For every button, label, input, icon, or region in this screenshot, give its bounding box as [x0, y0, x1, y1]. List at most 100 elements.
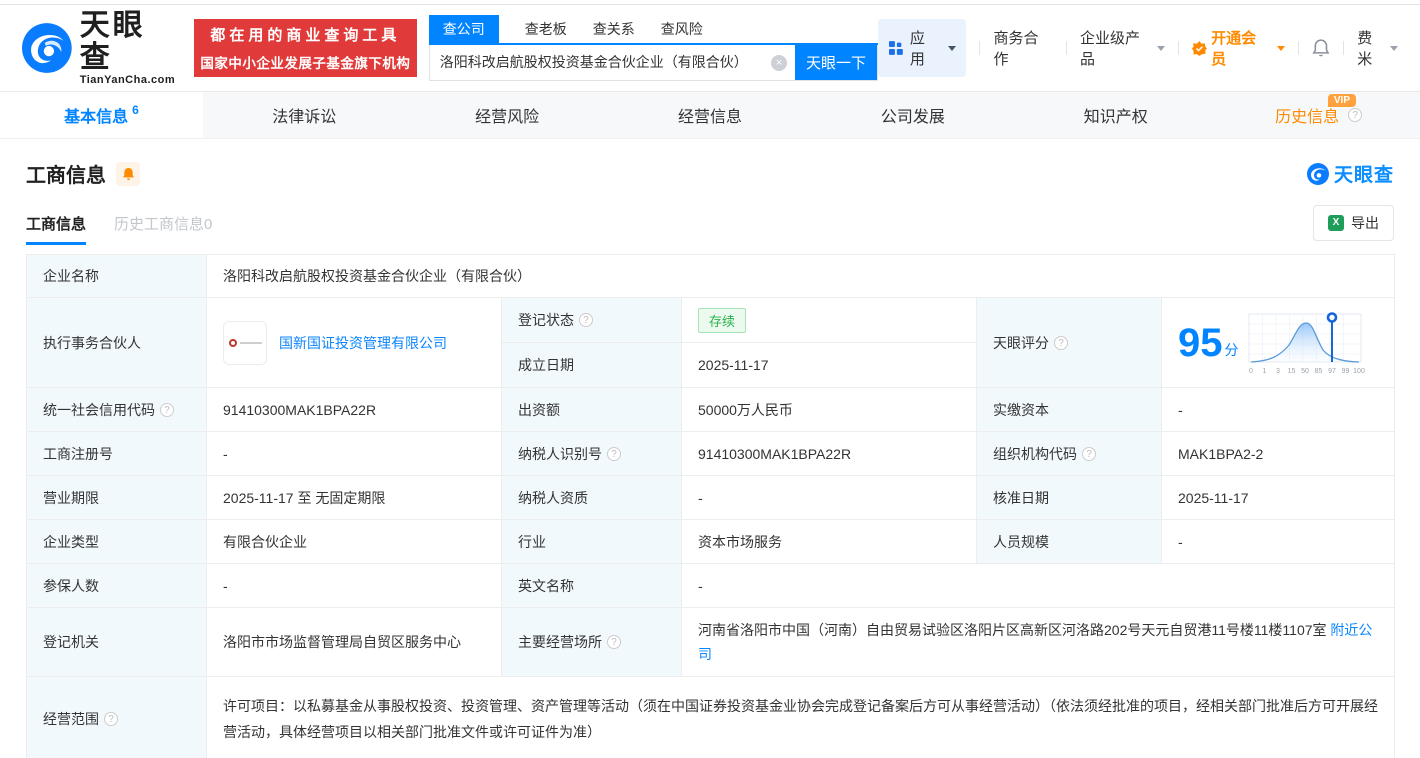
tab-label: 法律诉讼: [272, 109, 337, 126]
business-scope-value: 许可项目：以私募基金从事股权投资、投资管理、资产管理等活动（须在中国证券投资基金…: [205, 676, 1396, 758]
company-type-label: 企业类型: [26, 519, 207, 564]
help-icon[interactable]: [607, 446, 621, 461]
search-tab-risk[interactable]: 查风险: [661, 15, 703, 43]
help-icon[interactable]: [160, 402, 174, 417]
credit-code-value: 91410300MAK1BPA22R: [206, 387, 502, 432]
apps-menu[interactable]: 应用: [878, 19, 967, 77]
promo-banner: 都在用的商业查询工具 国家中小企业发展子基金旗下机构: [194, 19, 417, 77]
open-membership-button[interactable]: 开通会员: [1192, 27, 1286, 69]
search-button[interactable]: 天眼一下: [795, 45, 878, 80]
tianyancha-watermark: 天眼查: [1306, 160, 1394, 187]
partner-label: 执行事务合伙人: [26, 297, 207, 388]
logo-brand-text: 天眼查: [79, 9, 146, 74]
chevron-down-icon: [1157, 45, 1166, 51]
reg-number-value: -: [206, 431, 502, 476]
registry-value: 洛阳市市场监督管理局自贸区服务中心: [206, 607, 502, 677]
tab-intellectual-property[interactable]: 知识产权: [1014, 92, 1217, 138]
help-icon[interactable]: [579, 313, 593, 327]
score-axis-tick: 15: [1287, 368, 1295, 375]
nav-divider: [1065, 41, 1067, 55]
tianyancha-eye-icon: [1306, 162, 1329, 185]
member-badge-icon: [1192, 40, 1208, 56]
taxpayer-qualification-value: -: [681, 475, 977, 520]
score-axis-tick: 97: [1328, 368, 1336, 375]
english-name-label: 英文名称: [501, 563, 682, 608]
score-axis-tick: 100: [1353, 368, 1365, 375]
tab-company-development[interactable]: 公司发展: [811, 92, 1014, 138]
help-icon[interactable]: [104, 711, 118, 726]
search-input[interactable]: 洛阳科改启航股权投资基金合伙企业（有限合伙）: [430, 45, 771, 80]
tab-basic-info[interactable]: 基本信息 6: [0, 92, 203, 138]
table-row: 企业类型 有限合伙企业 行业 资本市场服务 人员规模 -: [26, 519, 1396, 564]
user-account-menu[interactable]: 费米: [1357, 27, 1398, 69]
partner-value-cell: 国新国证投资管理有限公司: [206, 297, 502, 388]
tab-legal-proceedings[interactable]: 法律诉讼: [203, 92, 406, 138]
tianyancha-logo[interactable]: 天眼查 TianYanCha.com: [22, 10, 178, 86]
search-tab-boss[interactable]: 查老板: [525, 15, 567, 43]
nav-cooperation[interactable]: 商务合作: [993, 27, 1053, 69]
subtab-history-business-info[interactable]: 历史工商信息0: [114, 213, 212, 234]
search-tab-relation[interactable]: 查关系: [593, 15, 635, 43]
table-row: 执行事务合伙人 国新国证投资管理有限公司 登记状态 存续 天眼评分 95 分: [26, 297, 1396, 388]
vip-badge: VIP: [1327, 94, 1357, 107]
clear-search-icon[interactable]: [771, 54, 788, 71]
industry-value: 资本市场服务: [681, 519, 977, 564]
staff-size-label: 人员规模: [976, 519, 1162, 564]
nav-divider: [979, 41, 981, 55]
industry-label: 行业: [501, 519, 682, 564]
nav-divider: [1343, 41, 1345, 55]
table-row: 企业名称 洛阳科改启航股权投资基金合伙企业（有限合伙）: [26, 254, 1396, 298]
help-icon[interactable]: [607, 635, 621, 649]
promo-banner-line2: 国家中小企业发展子基金旗下机构: [200, 56, 411, 71]
approval-date-value: 2025-11-17: [1160, 475, 1396, 520]
watermark-text: 天眼查: [1333, 165, 1394, 186]
company-type-value: 有限合伙企业: [206, 519, 502, 564]
status-badge: 存续: [698, 307, 747, 333]
monitor-bell-button[interactable]: [116, 161, 140, 186]
registry-label: 登记机关: [26, 607, 207, 677]
staff-size-value: -: [1160, 519, 1396, 564]
score-axis-tick: 50: [1301, 368, 1309, 375]
export-button[interactable]: 导出: [1313, 205, 1394, 241]
establish-date-value: 2025-11-17: [681, 342, 977, 388]
company-name-label: 企业名称: [26, 254, 207, 298]
enterprise-label: 企业级产品: [1079, 30, 1140, 68]
nav-divider: [1178, 41, 1180, 55]
help-icon[interactable]: [1054, 335, 1068, 350]
table-row: 统一社会信用代码 91410300MAK1BPA22R 出资额 50000万人民…: [26, 387, 1396, 432]
top-nav: 应用 商务合作 企业级产品 开通会员 费米: [878, 19, 1398, 77]
score-axis-tick: 0: [1249, 368, 1253, 375]
premises-value-cell: 河南省洛阳市中国（河南）自由贸易试验区洛阳片区高新区河洛路202号天元自贸港11…: [680, 607, 1396, 677]
score-cell: 95 分 0 1 3 15 50 85 97 99 100: [1160, 297, 1396, 388]
notification-bell-icon[interactable]: [1312, 38, 1330, 58]
help-icon[interactable]: [1348, 108, 1363, 122]
tab-count: 6: [132, 103, 139, 117]
tab-operating-risk[interactable]: 经营风险: [406, 92, 609, 138]
score-axis-tick: 85: [1314, 368, 1322, 375]
section-header: 工商信息 天眼查: [26, 159, 1394, 188]
search-tab-company[interactable]: 查公司: [428, 15, 499, 43]
chevron-down-icon: [948, 45, 957, 51]
search-box: 洛阳科改启航股权投资基金合伙企业（有限合伙） 天眼一下: [428, 45, 879, 81]
apps-grid-icon: [889, 41, 903, 55]
score-distribution-chart[interactable]: 0 1 3 15 50 85 97 99 100: [1245, 310, 1365, 376]
english-name-value: -: [680, 563, 1396, 608]
company-name-value: 洛阳科改启航股权投资基金合伙企业（有限合伙）: [205, 254, 1396, 298]
partner-company-logo[interactable]: [223, 320, 267, 365]
tab-label: 经营风险: [475, 109, 540, 126]
table-row: 参保人数 - 英文名称 -: [26, 563, 1396, 608]
table-row: 登记机关 洛阳市市场监督管理局自贸区服务中心 主要经营场所 河南省洛阳市中国（河…: [26, 607, 1396, 677]
excel-icon: [1328, 215, 1344, 231]
help-icon[interactable]: [1082, 446, 1096, 461]
nav-enterprise-products[interactable]: 企业级产品: [1079, 27, 1166, 69]
chevron-down-icon: [1389, 45, 1398, 51]
partner-company-link[interactable]: 国新国证投资管理有限公司: [279, 333, 447, 353]
tab-operating-info[interactable]: 经营信息: [609, 92, 812, 138]
taxpayer-qualification-label: 纳税人资质: [501, 475, 682, 520]
tab-history-info[interactable]: VIP 历史信息: [1217, 92, 1420, 138]
username-label: 费米: [1357, 30, 1373, 68]
tianyancha-eye-icon: [22, 23, 72, 73]
tab-label: 基本信息: [64, 109, 129, 126]
paid-capital-label: 实缴资本: [976, 387, 1162, 432]
subtab-business-info[interactable]: 工商信息: [26, 213, 87, 245]
